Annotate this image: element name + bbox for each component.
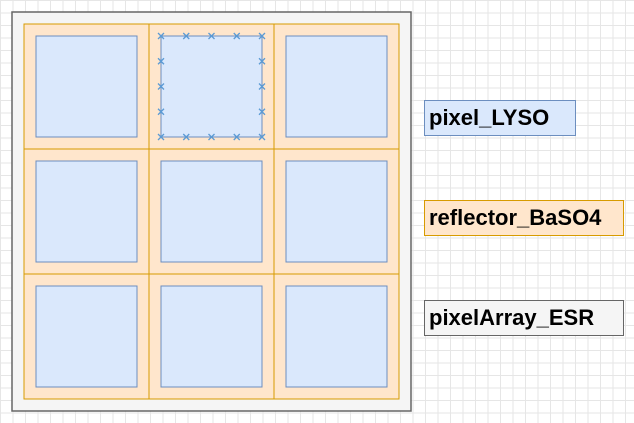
lyso-pixel[interactable]: [160, 285, 263, 388]
legend-pixelarray-esr-label: pixelArray_ESR: [429, 305, 595, 330]
legend-reflector-baso4[interactable]: reflector_BaSO4: [424, 200, 624, 236]
lyso-pixel[interactable]: [285, 285, 388, 388]
reflector-pixel-grid: [23, 23, 400, 400]
legend-pixel-lyso[interactable]: pixel_LYSO: [424, 100, 576, 136]
lyso-pixel[interactable]: [35, 35, 138, 138]
legend-pixelarray-esr[interactable]: pixelArray_ESR: [424, 300, 624, 336]
lyso-pixel[interactable]: [160, 160, 263, 263]
lyso-pixel[interactable]: [35, 160, 138, 263]
lyso-pixel[interactable]: [35, 285, 138, 388]
legend-pixel-lyso-label: pixel_LYSO: [429, 105, 550, 130]
lyso-pixel-selected[interactable]: [160, 35, 263, 138]
lyso-pixel[interactable]: [285, 160, 388, 263]
lyso-pixel[interactable]: [285, 35, 388, 138]
legend-reflector-baso4-label: reflector_BaSO4: [429, 205, 602, 230]
